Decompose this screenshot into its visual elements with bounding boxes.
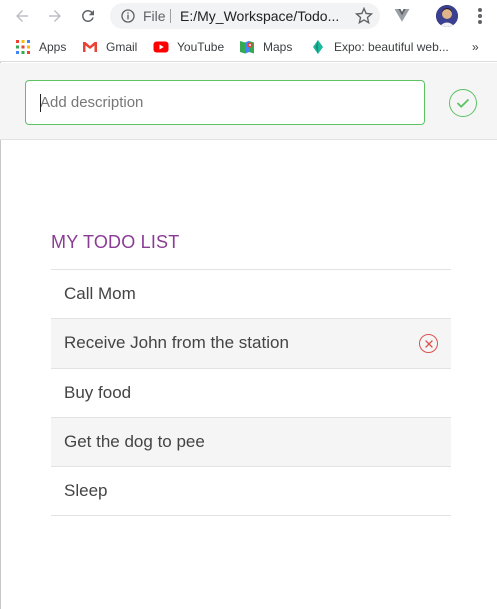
bookmark-label: Apps — [39, 40, 67, 54]
expo-icon — [313, 40, 323, 54]
apps-grid-icon — [16, 40, 30, 54]
bookmark-youtube[interactable]: YouTube — [153, 39, 224, 55]
text-caret — [40, 94, 41, 112]
avatar-icon — [436, 5, 458, 27]
youtube-icon — [153, 41, 169, 53]
address-bar[interactable]: File E:/My_Workspace/Todo... — [110, 3, 380, 29]
extension-vue-icon[interactable] — [393, 6, 411, 24]
bookmark-expo[interactable]: Expo: beautiful web... — [310, 39, 449, 55]
todo-text: Buy food — [64, 382, 132, 402]
list-title: MY TODO LIST — [51, 232, 180, 252]
url-separator — [170, 9, 171, 23]
todo-text: Call Mom — [64, 284, 136, 304]
bookmark-apps[interactable]: Apps — [15, 39, 66, 55]
back-button[interactable] — [10, 4, 34, 28]
todo-item[interactable]: Get the dog to pee — [51, 417, 451, 468]
todo-list: Call Mom Receive John from the station B… — [51, 269, 451, 517]
url-text: E:/My_Workspace/Todo... — [180, 8, 340, 24]
arrow-right-icon — [49, 10, 61, 22]
todo-text: Receive John from the station — [64, 333, 289, 353]
maps-icon — [240, 41, 254, 54]
add-todo-button[interactable] — [449, 89, 477, 117]
bookmark-label: YouTube — [177, 40, 225, 54]
check-icon — [457, 99, 469, 108]
gmail-icon — [83, 42, 97, 52]
description-input[interactable] — [25, 80, 425, 125]
todo-input-bar — [0, 63, 497, 140]
todo-item[interactable]: Receive John from the station — [51, 319, 451, 369]
todo-item[interactable]: Call Mom — [51, 270, 451, 320]
url-scheme-label: File — [143, 8, 166, 24]
todo-text: Get the dog to pee — [64, 432, 205, 452]
reload-icon — [82, 10, 94, 22]
bookmark-label: Expo: beautiful web... — [334, 40, 449, 54]
close-icon — [424, 340, 433, 348]
arrow-left-icon — [16, 10, 28, 22]
star-icon[interactable] — [355, 7, 373, 25]
bookmark-maps[interactable]: Maps — [239, 39, 292, 55]
info-icon — [121, 9, 135, 23]
bookmarks-bar: Apps Gmail YouTube Maps Expo: beautiful … — [0, 32, 497, 62]
remove-todo-button[interactable] — [419, 334, 438, 354]
bookmarks-overflow-button[interactable]: » — [472, 40, 479, 54]
profile-avatar[interactable] — [436, 5, 458, 27]
bookmark-label: Maps — [263, 40, 293, 54]
bookmark-label: Gmail — [106, 40, 138, 54]
todo-item[interactable]: Buy food — [51, 369, 451, 418]
window-edge — [0, 62, 1, 609]
browser-toolbar: File E:/My_Workspace/Todo... — [0, 0, 497, 32]
more-vert-icon[interactable] — [472, 6, 488, 26]
todo-item[interactable]: Sleep — [51, 467, 451, 517]
bookmark-gmail[interactable]: Gmail — [82, 39, 137, 55]
todo-text: Sleep — [64, 481, 108, 501]
forward-button[interactable] — [43, 4, 67, 28]
reload-button[interactable] — [76, 4, 100, 28]
